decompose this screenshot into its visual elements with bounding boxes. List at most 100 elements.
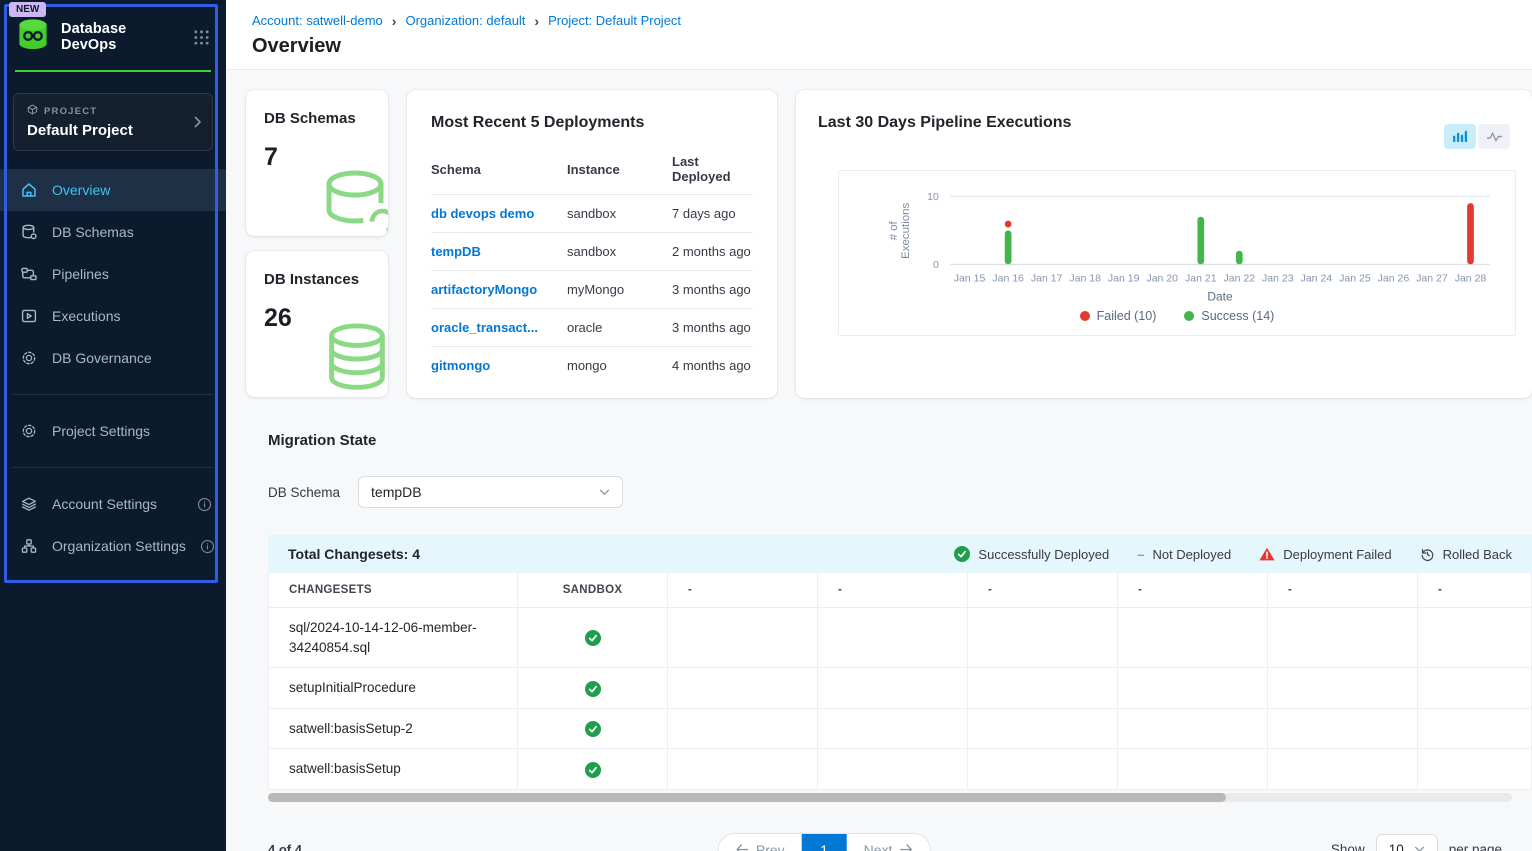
- changesets-summary-bar: Total Changesets: 4 Successfully Deploye…: [268, 535, 1532, 573]
- column-header-changesets: CHANGESETS: [269, 573, 518, 608]
- sidebar-divider: [13, 467, 213, 468]
- chart-legend: Failed (10)Success (14): [847, 309, 1507, 329]
- svg-text:10: 10: [927, 191, 939, 203]
- sidebar-item-project-settings[interactable]: Project Settings: [0, 410, 226, 452]
- empty-cell: [1268, 708, 1418, 749]
- pagination-pill: Prev 1 Next: [718, 833, 931, 851]
- empty-cell: [968, 708, 1118, 749]
- bar-chart-icon[interactable]: [1444, 124, 1476, 149]
- breadcrumb-separator-icon: ›: [392, 14, 397, 28]
- sidebar: NEW Database DevOps PROJECT Default Proj…: [0, 0, 226, 851]
- db-schema-select[interactable]: tempDB: [358, 476, 623, 508]
- column-header-instance: Instance: [567, 140, 672, 195]
- horizontal-scrollbar-thumb[interactable]: [268, 793, 1226, 802]
- stat-cards-column: DB Schemas 7 DB Instances 26: [246, 90, 388, 398]
- changeset-name: sql/2024-10-14-12-06-member-34240854.sql: [269, 608, 518, 668]
- sidebar-item-db-governance[interactable]: DB Governance: [0, 337, 226, 379]
- home-icon: [20, 181, 38, 199]
- empty-cell: [818, 668, 968, 709]
- next-label: Next: [864, 842, 893, 851]
- schema-link[interactable]: tempDB: [431, 244, 481, 259]
- arrow-left-icon: [736, 842, 749, 851]
- stat-value: 7: [264, 143, 388, 172]
- database-outline-icon: [313, 167, 388, 236]
- breadcrumb-link-organization[interactable]: Organization: default: [405, 13, 525, 28]
- last-deployed-cell: 3 months ago: [672, 271, 753, 309]
- horizontal-scrollbar-track[interactable]: [268, 793, 1512, 802]
- column-header-sandbox: SANDBOX: [518, 573, 668, 608]
- legend-dot-icon: [1184, 311, 1194, 321]
- project-selector[interactable]: PROJECT Default Project: [13, 93, 213, 151]
- column-header-schema: Schema: [431, 140, 567, 195]
- svg-text:Jan 16: Jan 16: [992, 273, 1024, 285]
- sidebar-item-organization-settings[interactable]: Organization Settings: [0, 525, 226, 567]
- changeset-name: satwell:basisSetup-2: [269, 708, 518, 749]
- page-1-button[interactable]: 1: [802, 833, 847, 851]
- table-row: setupInitialProcedure: [269, 668, 1532, 709]
- arrow-right-icon: [899, 842, 912, 851]
- database-icon: [20, 223, 38, 241]
- breadcrumb: Account: satwell-demo › Organization: defa…: [252, 13, 1532, 28]
- app-title: Database DevOps: [61, 21, 183, 53]
- page-size-select[interactable]: 10: [1376, 834, 1438, 851]
- empty-cell: [1268, 608, 1418, 668]
- sidebar-item-overview[interactable]: Overview: [0, 169, 226, 211]
- pagination-count: 4 of 4: [268, 842, 302, 851]
- empty-cell: [818, 749, 968, 790]
- sidebar-item-pipelines[interactable]: Pipelines: [0, 253, 226, 295]
- status-legend-rolled-back: Rolled Back: [1420, 547, 1512, 562]
- executions-bar-chart: 010# ofExecutionsJan 15Jan 16Jan 17Jan 1…: [847, 183, 1507, 305]
- sidebar-item-label: Project Settings: [52, 423, 150, 439]
- check-circle-icon: [585, 630, 601, 646]
- instance-cell: myMongo: [567, 271, 672, 309]
- next-page-button[interactable]: Next: [847, 833, 930, 851]
- schema-link[interactable]: oracle_transact...: [431, 320, 538, 335]
- breadcrumb-link-account[interactable]: Account: satwell-demo: [252, 13, 383, 28]
- last-deployed-cell: 7 days ago: [672, 195, 753, 233]
- empty-cell: [1418, 608, 1532, 668]
- table-row: satwell:basisSetup: [269, 749, 1532, 790]
- sidebar-item-label: Organization Settings: [52, 538, 186, 554]
- column-header-empty-2: -: [668, 573, 818, 608]
- status-legend-label: Successfully Deployed: [978, 547, 1109, 562]
- status-legend-not-deployed: –Not Deployed: [1137, 547, 1231, 562]
- info-icon[interactable]: [200, 539, 215, 554]
- sidebar-item-db-schemas[interactable]: DB Schemas: [0, 211, 226, 253]
- gear-icon: [20, 422, 38, 440]
- last-deployed-cell: 4 months ago: [672, 347, 753, 385]
- pipeline-icon: [20, 265, 38, 283]
- db-schemas-card: DB Schemas 7: [246, 90, 388, 236]
- svg-text:0: 0: [933, 259, 939, 271]
- sidebar-item-account-settings[interactable]: Account Settings: [0, 483, 226, 525]
- content: DB Schemas 7 DB Instances 26 Most Recent…: [226, 70, 1532, 851]
- database-stack-icon: [313, 322, 388, 397]
- svg-text:Jan 25: Jan 25: [1339, 273, 1371, 285]
- total-changesets-label: Total Changesets: 4: [288, 546, 420, 562]
- stat-value: 26: [264, 304, 388, 333]
- check-circle-icon: [585, 681, 601, 697]
- table-row: db devops demo sandbox 7 days ago: [431, 195, 753, 233]
- svg-text:# ofExecutions: # ofExecutions: [888, 203, 912, 259]
- empty-cell: [668, 708, 818, 749]
- schema-link[interactable]: gitmongo: [431, 358, 490, 373]
- new-badge: NEW: [9, 2, 46, 17]
- empty-cell: [1418, 749, 1532, 790]
- breadcrumb-link-project[interactable]: Project: Default Project: [548, 13, 681, 28]
- executions-icon: [20, 307, 38, 325]
- sidebar-item-label: DB Governance: [52, 350, 152, 366]
- check-circle-icon: [585, 762, 601, 778]
- pipeline-executions-card: Last 30 Days Pipeline Executions 010# of…: [796, 90, 1532, 398]
- stat-label: DB Instances: [264, 271, 388, 288]
- info-icon[interactable]: [197, 497, 212, 512]
- empty-cell: [668, 668, 818, 709]
- svg-text:Jan 24: Jan 24: [1301, 273, 1333, 285]
- schema-link[interactable]: db devops demo: [431, 206, 534, 221]
- empty-cell: [1268, 749, 1418, 790]
- schema-link[interactable]: artifactoryMongo: [431, 282, 537, 297]
- sidebar-item-executions[interactable]: Executions: [0, 295, 226, 337]
- check-circle-icon: [954, 546, 970, 562]
- sidebar-nav-project: Project Settings: [0, 410, 226, 452]
- prev-page-button[interactable]: Prev: [719, 833, 802, 851]
- app-switcher-grid-icon[interactable]: [193, 29, 210, 46]
- line-chart-icon[interactable]: [1478, 124, 1510, 149]
